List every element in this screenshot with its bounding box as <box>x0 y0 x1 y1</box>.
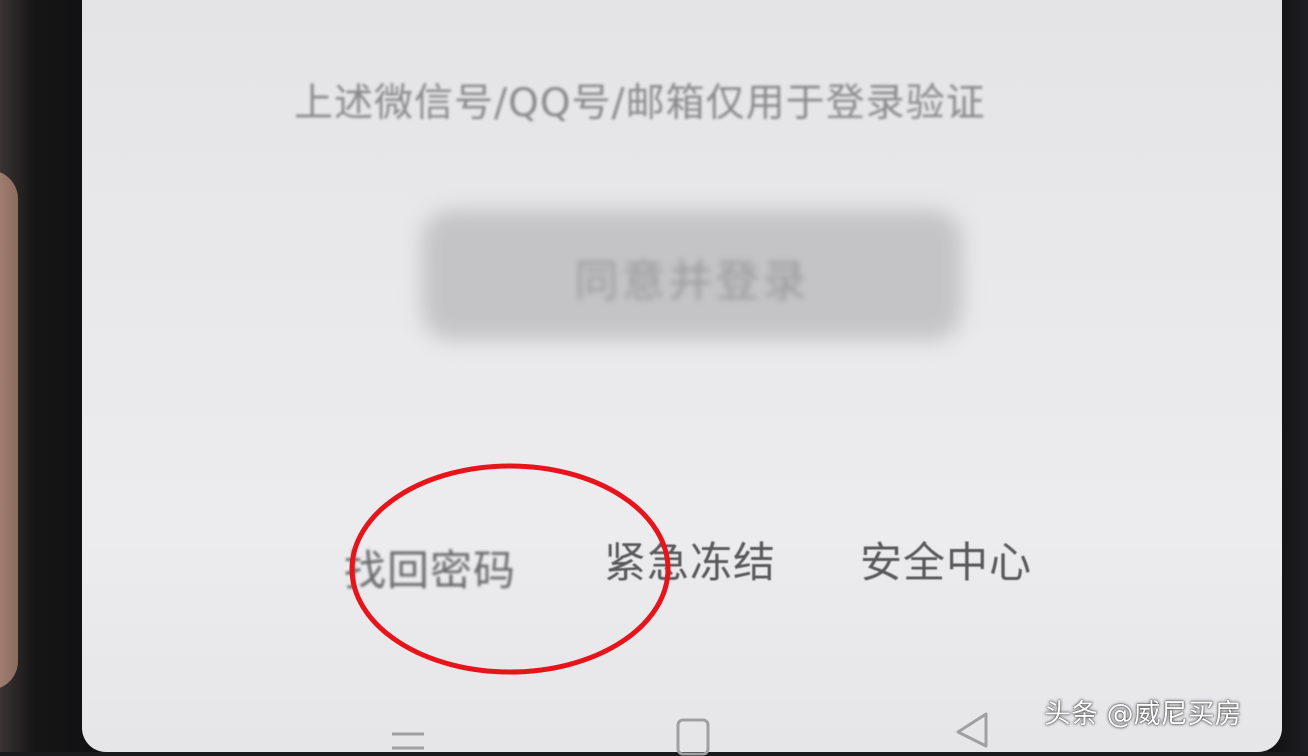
home-square-icon[interactable] <box>672 712 716 756</box>
back-triangle-icon[interactable] <box>950 712 994 752</box>
login-notice-text: 上述微信号/QQ号/邮箱仅用于登录验证 <box>294 81 986 126</box>
security-center-link[interactable]: 安全中心 <box>860 529 1032 590</box>
phone-screen: 上述微信号/QQ号/邮箱仅用于登录验证 同意并登录 找回密码 紧急冻结 安全中心 <box>82 0 1282 752</box>
emergency-freeze-link[interactable]: 紧急冻结 <box>604 529 776 590</box>
menu-icon[interactable] <box>386 712 430 752</box>
finger <box>0 170 18 690</box>
agree-and-login-label: 同意并登录 <box>574 256 810 307</box>
recover-password-link[interactable]: 找回密码 <box>344 537 516 598</box>
watermark-text: 头条 @威尼买房 <box>1044 699 1242 730</box>
